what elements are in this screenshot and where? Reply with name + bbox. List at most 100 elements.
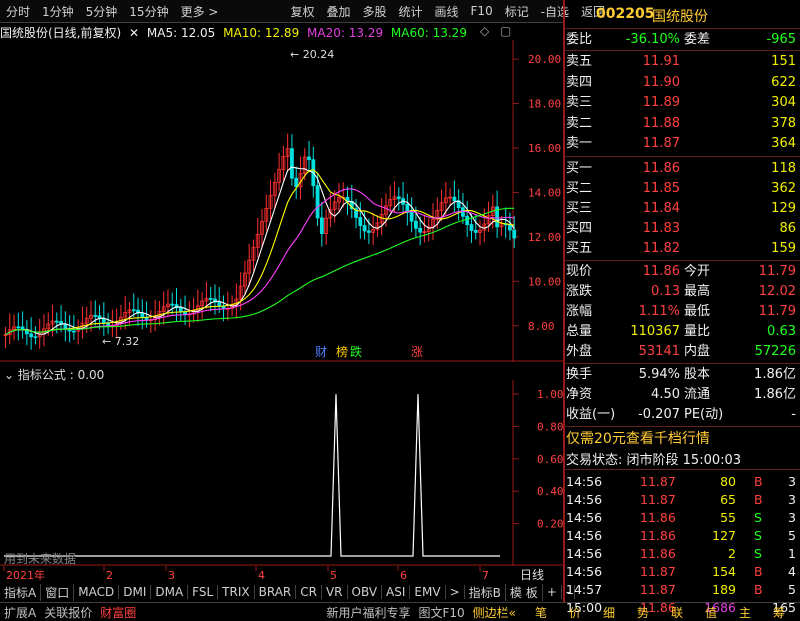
indicator-tab-15[interactable]: 模 板	[506, 583, 543, 601]
toolbar-item-6[interactable]: 叠加	[320, 3, 356, 20]
quote-row: 买一 11.86 118	[566, 159, 798, 179]
quote-value: 11.79	[758, 303, 796, 319]
right-tab-1[interactable]: 价	[558, 604, 592, 621]
fin-value: 1.86亿	[754, 366, 796, 382]
right-tab-4[interactable]: 联	[660, 604, 694, 621]
tick-side: B	[754, 491, 763, 507]
candle-body	[131, 309, 136, 312]
tick-volume: 55	[720, 509, 736, 525]
indicator-tab-0[interactable]: 指标A	[0, 583, 42, 601]
indicator-tab-8[interactable]: CR	[296, 585, 322, 599]
toolbar-item-2[interactable]: 5分钟	[80, 3, 124, 20]
trade-status-label: 交易状态: 闭市阶段	[566, 452, 683, 468]
candle-body	[290, 148, 294, 179]
status-item-1[interactable]: 关联报价	[40, 604, 96, 621]
toolbar-item-0[interactable]: 分时	[0, 3, 36, 20]
tick-side: S	[754, 545, 762, 561]
indicator-tab-14[interactable]: 指标B	[465, 583, 506, 601]
tick-time: 14:56	[566, 527, 603, 543]
indicator-tab-4[interactable]: DMA	[151, 585, 189, 599]
right-tab-2[interactable]: 细	[592, 604, 626, 621]
indicator-tab-5[interactable]: FSL	[188, 585, 219, 599]
tick-price: 11.87	[640, 563, 676, 579]
symbol-header: 002205 国统股份	[564, 0, 800, 29]
toolbar-item-1[interactable]: 1分钟	[36, 3, 80, 20]
tick-side: S	[754, 509, 762, 525]
candle-body	[418, 227, 423, 233]
indicator-tab-13[interactable]: >	[446, 585, 465, 599]
chart-title: 国统股份(日线,前复权)	[0, 26, 122, 40]
quote-value: 11.79	[758, 263, 796, 279]
ask-price: 11.90	[642, 74, 680, 90]
y-tick-label: 12.00	[528, 231, 561, 244]
chart-close-icon[interactable]: ✕	[129, 26, 139, 40]
bid-volume: 362	[771, 180, 796, 196]
toolbar: 分时 1分钟 5分钟 15分钟 更多 > 复权 叠加 多股 统计 画线 F10 标记 -自选 返回	[0, 0, 605, 23]
x-tick-label: 2021年	[6, 568, 45, 582]
indicator-tab-16[interactable]: +	[543, 585, 562, 599]
status-bar: 扩展A 关联报价 财富圈 新用户福利专享 图文F10 侧边栏« 笔价细势联值主筹	[0, 602, 800, 621]
ask-price: 11.88	[642, 115, 680, 131]
toolbar-item-8[interactable]: 统计	[393, 3, 429, 20]
candle-body	[362, 225, 367, 232]
toolbar-item-9[interactable]: 画线	[429, 3, 465, 20]
quote-row: 买四 11.83 86	[566, 219, 798, 239]
candle-body	[315, 185, 320, 219]
sidebar-toggle[interactable]: 侧边栏«	[469, 604, 520, 621]
kline-chart[interactable]: 20.00 18.00 16.00 14.00 12.00 10.00 8.00 ← 20.2…	[0, 40, 563, 362]
indicator-tab-6[interactable]: TRIX	[218, 585, 255, 599]
status-item-2[interactable]: 财富圈	[96, 604, 140, 621]
toolbar-item-5[interactable]: 复权	[284, 3, 320, 20]
indicator-tab-3[interactable]: DMI	[119, 585, 152, 599]
f10-link[interactable]: 图文F10	[414, 604, 468, 621]
indicator-tab-2[interactable]: MACD	[74, 585, 120, 599]
indicator-tab-7[interactable]: BRAR	[255, 585, 297, 599]
divider	[564, 362, 800, 364]
candle-body	[54, 320, 59, 323]
tick-volume: 189	[712, 581, 736, 597]
expand-icon[interactable]: ▢	[500, 24, 511, 38]
fin-value: 4.50	[651, 386, 680, 402]
indicator-chart[interactable]: 1.00 0.80 0.60 0.40 0.20	[0, 380, 563, 566]
right-tab-3[interactable]: 势	[626, 604, 660, 621]
new-user-promo[interactable]: 新用户福利专享	[322, 604, 414, 621]
fin-value: -	[791, 406, 796, 422]
weicha-value: -965	[766, 32, 796, 47]
right-tab-5[interactable]: 值	[694, 604, 728, 621]
tick-row: 14:56 11.87 80 B 3	[566, 473, 798, 491]
toolbar-item-3[interactable]: 15分钟	[123, 3, 174, 20]
tick-side: B	[754, 581, 763, 597]
indicator-tab-9[interactable]: VR	[322, 585, 348, 599]
right-tab-7[interactable]: 筹	[762, 604, 796, 621]
quote-label: 外盘	[566, 343, 593, 359]
right-tab-6[interactable]: 主	[728, 604, 762, 621]
indicator-y-tick: 1.00	[537, 388, 563, 401]
divider	[564, 155, 800, 157]
bid-price: 11.85	[642, 180, 680, 196]
tick-row: 14:56 11.86 127 S 5	[566, 527, 798, 545]
settings-diamond-icon[interactable]: ◇	[480, 24, 489, 38]
status-item-0[interactable]: 扩展A	[0, 604, 40, 621]
ma10-label: MA10: 12.89	[223, 26, 300, 40]
weicha-label: 委差	[684, 32, 711, 47]
future-data-note: 用到未来数据	[4, 552, 77, 566]
fin-value: 5.94%	[638, 366, 680, 382]
right-tabs: 笔价细势联值主筹	[520, 604, 800, 621]
right-tab-0[interactable]: 笔	[524, 604, 558, 621]
toolbar-item-10[interactable]: F10	[465, 4, 499, 18]
indicator-line	[4, 394, 500, 557]
indicator-tab-10[interactable]: OBV	[348, 585, 383, 599]
toolbar-item-11[interactable]: 标记	[499, 3, 535, 20]
indicator-tab-11[interactable]: ASI	[382, 585, 411, 599]
candle-body	[101, 318, 106, 324]
period-label[interactable]: 日线	[520, 566, 544, 583]
toolbar-item-4[interactable]: 更多 >	[175, 3, 225, 20]
indicator-tab-12[interactable]: EMV	[410, 585, 446, 599]
indicator-tab-1[interactable]: 窗口	[41, 583, 75, 601]
candle-body	[33, 336, 38, 339]
toolbar-item-7[interactable]: 多股	[356, 3, 392, 20]
candle-body	[170, 303, 175, 306]
candle-body	[469, 224, 474, 231]
quote-row: 卖二 11.88 378	[566, 114, 798, 134]
promo-link[interactable]: 仅需20元查看千档行情	[566, 428, 710, 448]
